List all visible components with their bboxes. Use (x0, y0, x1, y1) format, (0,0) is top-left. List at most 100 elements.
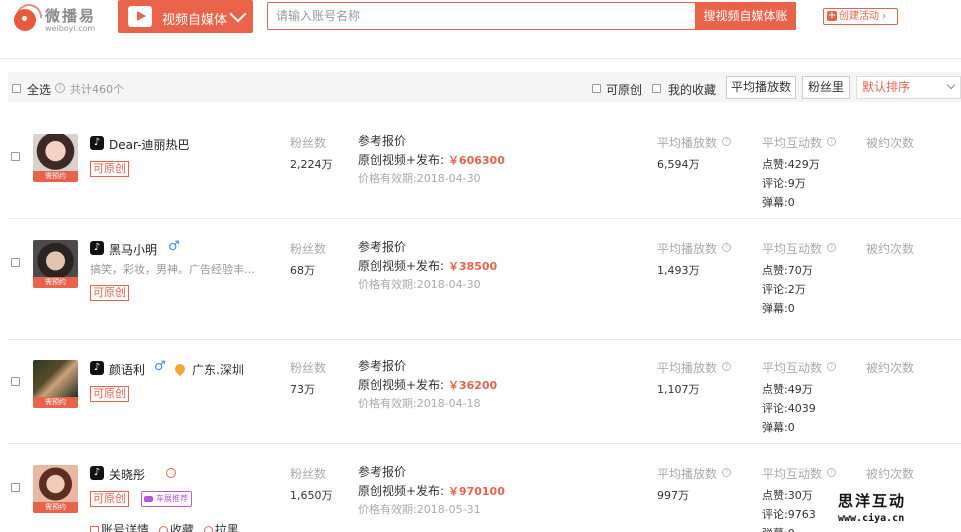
tiktok-icon: ♪ (90, 136, 104, 150)
original-filter-label[interactable]: 可原创 (606, 81, 642, 98)
account-name[interactable]: 黑马小明 (109, 241, 157, 258)
price-value: ￥970100 (447, 485, 505, 498)
sort-select[interactable]: 默认排序 (856, 76, 961, 99)
chevron-down-icon (229, 5, 247, 23)
avg-play-value: 6,594万 (657, 158, 700, 171)
reserve-badge: 需预约 (33, 502, 78, 513)
favorite-link[interactable]: 收藏 (158, 523, 194, 532)
account-name[interactable]: Dear-迪丽热巴 (109, 136, 189, 153)
price-line: 原创视频+发布: ￥38500 (358, 259, 498, 273)
tiktok-icon: ♪ (90, 466, 104, 480)
account-name[interactable]: 颜语利 (109, 361, 145, 378)
help-icon: ? (827, 243, 836, 252)
likes-value: 点赞:70万 (762, 264, 813, 277)
danmaku-value: 弹幕:0 (762, 421, 795, 434)
price-validity: 价格有效期:2018-05-31 (358, 503, 481, 516)
account-description: 搞笑，彩妆，男神。广告经验丰… (90, 263, 255, 276)
male-icon: ♂ (168, 239, 180, 254)
header-divider (0, 58, 961, 59)
reserve-badge: 需预约 (33, 397, 78, 408)
comments-value: 评论:9763 (762, 508, 816, 521)
logo-name: 微播易 (45, 7, 97, 25)
sort-avg-play-button[interactable]: 平均播放数 (726, 76, 796, 99)
fans-value: 68万 (290, 264, 315, 277)
create-campaign-button[interactable]: + 创建活动 › (823, 8, 898, 25)
avatar[interactable]: 需预约 (33, 360, 78, 408)
price-line: 原创视频+发布: ￥36200 (358, 378, 498, 392)
blacklist-link[interactable]: 拉黑 (203, 523, 239, 532)
price-value: ￥606300 (447, 154, 505, 167)
video-play-icon (128, 6, 152, 27)
help-icon: ? (722, 362, 731, 371)
watermark-url: www.ciya.cn (838, 513, 905, 524)
invited-label: 被约次数 (866, 467, 915, 481)
help-icon: ? (827, 362, 836, 371)
avatar[interactable]: 需预约 (33, 134, 78, 182)
media-type-select[interactable]: 视频自媒体 (118, 0, 253, 33)
reserve-badge: 需预约 (33, 171, 78, 182)
fans-label: 粉丝数 (290, 136, 327, 150)
fans-label: 粉丝数 (290, 467, 327, 481)
search-button[interactable]: 搜视频自媒体账 (695, 2, 796, 30)
account-detail-link[interactable]: 账号详情 (90, 523, 149, 532)
help-icon: ? (827, 137, 836, 146)
invited-label: 被约次数 (866, 242, 915, 256)
favorites-filter-checkbox[interactable] (652, 84, 661, 93)
avg-interact-label: 平均互动数 (762, 361, 823, 375)
row-checkbox[interactable] (11, 483, 20, 492)
chevron-right-icon: › (882, 11, 887, 22)
car-show-tag: 车展推荐 (141, 491, 192, 507)
row-actions: 账号详情 收藏 拉黑 (90, 521, 245, 532)
total-count: 共计460个 (70, 83, 124, 96)
likes-value: 点赞:49万 (762, 383, 813, 396)
account-row: 需预约 ♪ Dear-迪丽热巴 可原创 粉丝数 2,224万 参考报价 原创视频… (8, 118, 961, 219)
search-input[interactable] (276, 6, 686, 26)
price-value: ￥36200 (447, 379, 498, 392)
fans-value: 73万 (290, 383, 315, 396)
ref-price-label: 参考报价 (358, 240, 407, 254)
create-campaign-label: 创建活动 (839, 11, 879, 22)
select-all-label[interactable]: 全选 (27, 81, 51, 98)
favorites-filter-label[interactable]: 我的收藏 (668, 81, 716, 98)
avg-play-label: 平均播放数 (657, 361, 718, 375)
fans-label: 粉丝数 (290, 242, 327, 256)
avg-play-label: 平均播放数 (657, 242, 718, 256)
comments-value: 评论:2万 (762, 283, 806, 296)
reserve-badge: 需预约 (33, 277, 78, 288)
media-type-label: 视频自媒体 (162, 13, 228, 28)
avatar[interactable]: 需预约 (33, 465, 78, 513)
original-tag: 可原创 (90, 285, 129, 301)
price-line: 原创视频+发布: ￥970100 (358, 484, 505, 498)
price-line: 原创视频+发布: ￥606300 (358, 153, 505, 167)
account-row: 需预约 ♪ 关晓彤 可原创 车展推荐 账号详情 收藏 拉黑 粉丝数 1,650万… (8, 445, 961, 532)
help-icon: ? (722, 468, 731, 477)
fans-value: 1,650万 (290, 489, 333, 502)
star-icon (158, 526, 168, 532)
help-icon: ? (722, 137, 731, 146)
location-pin-icon (172, 361, 188, 377)
price-value: ￥38500 (447, 260, 498, 273)
ref-price-label: 参考报价 (358, 359, 407, 373)
price-validity: 价格有效期:2018-04-30 (358, 172, 481, 185)
help-icon: ? (722, 243, 731, 252)
site-logo[interactable]: 微播易 weiboyi.com (14, 4, 104, 34)
avg-play-label: 平均播放数 (657, 467, 718, 481)
avg-play-value: 997万 (657, 489, 689, 502)
account-name[interactable]: 关晓彤 (109, 466, 145, 483)
avg-interact-label: 平均互动数 (762, 136, 823, 150)
sort-fans-button[interactable]: 粉丝里 (802, 76, 850, 99)
block-icon (203, 526, 213, 532)
avatar[interactable]: 需预约 (33, 240, 78, 288)
chevron-down-icon (946, 80, 956, 90)
plus-icon: + (827, 10, 837, 21)
avg-play-label: 平均播放数 (657, 136, 718, 150)
select-all-checkbox[interactable] (12, 84, 21, 93)
logo-ball-icon (14, 9, 36, 31)
ref-price-label: 参考报价 (358, 465, 407, 479)
row-checkbox[interactable] (11, 152, 20, 161)
original-filter-checkbox[interactable] (592, 84, 601, 93)
row-checkbox[interactable] (11, 377, 20, 386)
row-checkbox[interactable] (11, 258, 20, 267)
fans-label: 粉丝数 (290, 361, 327, 375)
account-row: 需预约 ♪ 黑马小明 ♂ 搞笑，彩妆，男神。广告经验丰… 可原创 粉丝数 68万… (8, 220, 961, 340)
